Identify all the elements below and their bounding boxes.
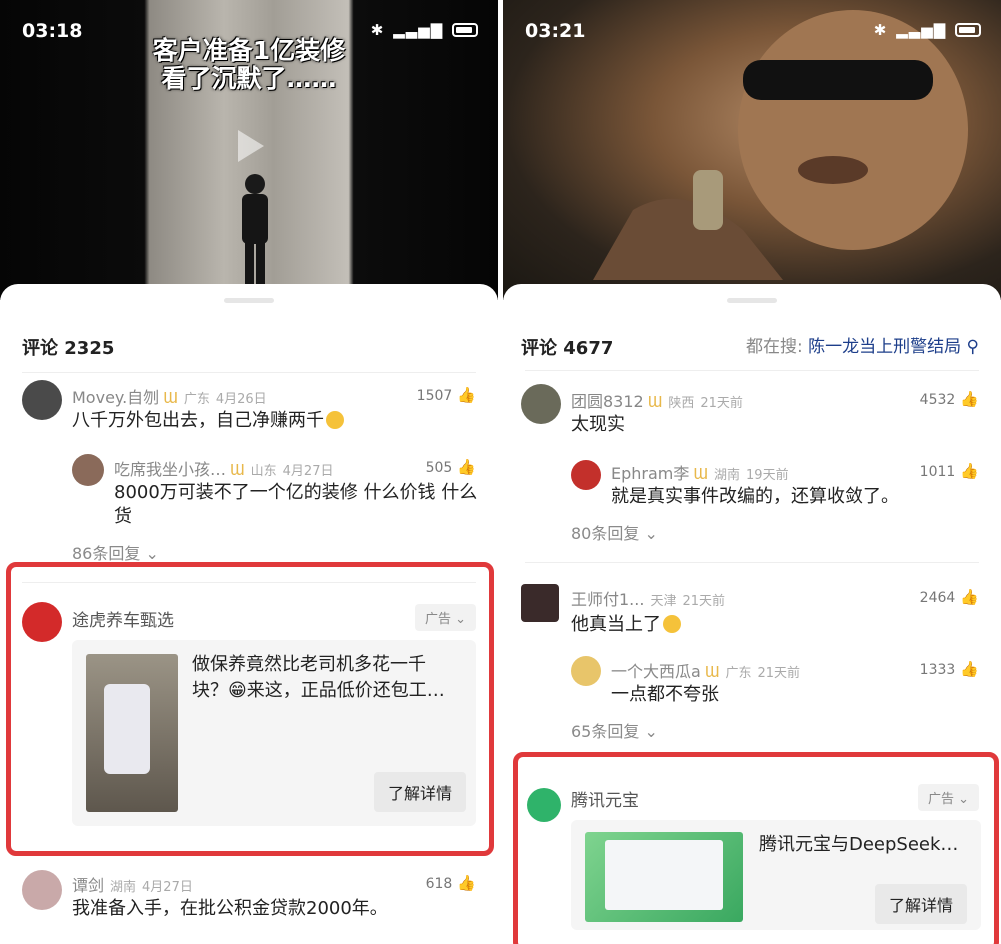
like-button[interactable]: 618 👍 — [426, 874, 476, 892]
like-button[interactable]: 1507 👍 — [417, 386, 476, 404]
badge-icon: Ɯ — [693, 465, 709, 483]
thumb-up-icon: 👍 — [457, 874, 476, 892]
reply-username[interactable]: 一个大西瓜a Ɯ 广东 21天前 — [611, 658, 800, 682]
video-title-line2: 看了沉默了…… — [161, 64, 337, 93]
hand-watch — [593, 170, 783, 280]
like-button[interactable]: 1011 👍 — [920, 462, 979, 480]
divider — [22, 372, 476, 373]
emoji-icon — [326, 411, 344, 429]
search-suggestion[interactable]: 都在搜: 陈一龙当上刑警结局 ⚲ — [746, 332, 979, 357]
chevron-down-icon: ⌄ — [145, 544, 159, 563]
badge-icon: Ɯ — [230, 461, 245, 479]
status-icons: ✱ ▂▃▅▇ — [368, 21, 478, 39]
status-time: 03:21 — [525, 20, 586, 42]
like-button[interactable]: 4532 👍 — [920, 390, 979, 408]
view-replies-link[interactable]: 80条回复 ⌄ — [571, 520, 658, 544]
comment-username[interactable]: 谭剑 湖南 4月27日 — [72, 872, 193, 896]
reply-username[interactable]: 吃席我坐小孩… Ɯ 山东 4月27日 — [114, 456, 333, 480]
comment-username[interactable]: Movey.自刎 Ɯ 广东 4月26日 — [72, 384, 267, 408]
comment-username[interactable]: 王师付1... 天津 21天前 — [571, 586, 725, 610]
thumb-up-icon: 👍 — [960, 390, 979, 408]
comment-username[interactable]: 团圆8312 Ɯ 陕西 21天前 — [571, 388, 743, 412]
comment-text: 我准备入手，在批公积金贷款2000年。 — [72, 898, 388, 919]
drag-handle[interactable] — [727, 298, 777, 303]
avatar[interactable] — [521, 584, 559, 622]
avatar[interactable] — [22, 870, 62, 910]
comments-count: 评论 2325 — [22, 338, 115, 359]
like-button[interactable]: 505 👍 — [426, 458, 476, 476]
view-replies-link[interactable]: 86条回复 ⌄ — [72, 540, 159, 564]
badge-icon: Ɯ — [647, 393, 663, 411]
thumb-up-icon: 👍 — [960, 588, 979, 606]
avatar[interactable] — [22, 380, 62, 420]
comment-text: 太现实 — [571, 414, 625, 435]
reply-text: 就是真实事件改编的，还算收敛了。 — [611, 486, 899, 507]
ad-highlight-frame — [6, 562, 494, 856]
thumb-up-icon: 👍 — [960, 660, 979, 678]
video-player[interactable]: 客户准备1亿装修 看了沉默了…… 03:18 ✱ ▂▃▅▇ — [0, 0, 498, 300]
bluetooth-icon: ✱ — [873, 21, 888, 39]
avatar[interactable] — [72, 454, 104, 486]
badge-icon: Ɯ — [704, 663, 720, 681]
chevron-down-icon: ⌄ — [644, 524, 658, 543]
reply-text: 一点都不夸张 — [611, 684, 719, 705]
right-screenshot: 03:21 ✱ ▂▃▅▇ 评论 4677 都在搜: 陈一龙当上刑警结局 ⚲ 团圆… — [503, 0, 1001, 944]
signal-icon: ▂▃▅▇ — [393, 21, 444, 39]
divider — [525, 370, 979, 371]
divider — [525, 562, 979, 563]
avatar[interactable] — [571, 460, 601, 490]
like-button[interactable]: 1333 👍 — [920, 660, 979, 678]
thumb-up-icon: 👍 — [960, 462, 979, 480]
reply-text-line1: 8000万可装不了一个亿的装修 什么价钱 什么 — [114, 482, 478, 503]
status-icons: ✱ ▂▃▅▇ — [871, 21, 981, 39]
battery-icon — [452, 23, 478, 37]
comment-text: 八千万外包出去，自己净赚两千 — [72, 408, 344, 433]
thumb-up-icon: 👍 — [457, 386, 476, 404]
emoji-icon — [663, 615, 681, 633]
ad-highlight-frame — [513, 752, 999, 944]
reply-username[interactable]: Ephram李 Ɯ 湖南 19天前 — [611, 460, 789, 484]
status-time: 03:18 — [22, 20, 83, 42]
comment-text: 他真当上了 — [571, 612, 681, 637]
avatar[interactable] — [571, 656, 601, 686]
battery-icon — [955, 23, 981, 37]
drag-handle[interactable] — [224, 298, 274, 303]
person-figure — [242, 174, 268, 287]
avatar[interactable] — [521, 384, 561, 424]
status-bar: 03:18 ✱ ▂▃▅▇ — [0, 18, 498, 48]
status-bar: 03:21 ✱ ▂▃▅▇ — [503, 18, 1001, 48]
comments-count: 评论 4677 — [521, 338, 614, 359]
like-button[interactable]: 2464 👍 — [920, 588, 979, 606]
chevron-down-icon: ⌄ — [644, 722, 658, 741]
video-player[interactable]: 03:21 ✱ ▂▃▅▇ — [503, 0, 1001, 300]
view-replies-link[interactable]: 65条回复 ⌄ — [571, 718, 658, 742]
reply-text-line2: 货 — [114, 506, 132, 527]
signal-icon: ▂▃▅▇ — [896, 21, 947, 39]
play-icon[interactable] — [238, 130, 264, 162]
search-icon: ⚲ — [961, 337, 979, 357]
bluetooth-icon: ✱ — [370, 21, 385, 39]
badge-icon: Ɯ — [163, 389, 178, 407]
thumb-up-icon: 👍 — [457, 458, 476, 476]
left-screenshot: 客户准备1亿装修 看了沉默了…… 03:18 ✱ ▂▃▅▇ 评论 2325 Mo… — [0, 0, 498, 944]
